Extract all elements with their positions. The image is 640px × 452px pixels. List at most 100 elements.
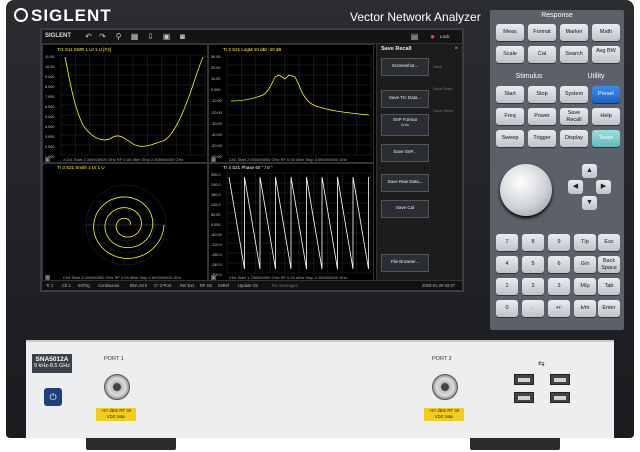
g-n-key[interactable]: G/n: [574, 256, 596, 273]
7-key[interactable]: 7: [496, 234, 518, 251]
response-section-title: Response: [541, 12, 573, 19]
key-key[interactable]: +/-: [548, 300, 570, 317]
marker-icon[interactable]: ⚲: [114, 32, 123, 41]
help-key[interactable]: Help: [592, 108, 620, 125]
y-tick-label: 20.00: [211, 66, 221, 71]
power-key[interactable]: Power: [528, 108, 556, 125]
y-tick-label: 9.000: [45, 75, 55, 79]
side-tab-save-state[interactable]: Save State: [433, 86, 461, 91]
screenshot-button[interactable]: Screenshot...: [381, 58, 429, 76]
5-key[interactable]: 5: [522, 256, 544, 273]
freq-key[interactable]: Freq: [496, 108, 524, 125]
preset-key[interactable]: Preset: [592, 86, 620, 103]
usb-port-3[interactable]: [514, 392, 534, 403]
marker-key[interactable]: Marker: [560, 24, 588, 41]
2-key[interactable]: 2: [522, 278, 544, 295]
y-tick-label: 0.000: [211, 88, 221, 93]
status-channel[interactable]: Ch 1: [62, 283, 71, 288]
touch-key[interactable]: Touch: [592, 130, 620, 147]
6-key[interactable]: 6: [548, 256, 570, 273]
save-snp-button[interactable]: Save SnP...: [381, 144, 429, 162]
display-key[interactable]: Display: [560, 130, 588, 147]
save-recall-key[interactable]: Save Recall: [560, 108, 588, 125]
snp-format-button[interactable]: SnP Format Auto: [381, 114, 429, 136]
left-arrow-key[interactable]: ◀: [568, 180, 583, 194]
status-cal[interactable]: C* 2-Port: [154, 283, 171, 288]
frequency-range: 9 kHz-8.5 GHz: [33, 363, 71, 369]
close-icon[interactable]: ×: [454, 46, 458, 52]
save-trace-data-button[interactable]: Save Trc Data...: [381, 90, 429, 108]
k-m-key[interactable]: k/m: [574, 300, 596, 317]
stop-key[interactable]: Stop: [528, 86, 556, 103]
file-browser-button[interactable]: File Browser...: [381, 254, 429, 272]
side-tab-save-other[interactable]: Save Other: [433, 108, 461, 113]
status-bandwidth[interactable]: BW=10 k: [130, 283, 147, 288]
back-space-key[interactable]: Back Space: [598, 256, 620, 273]
redo-icon[interactable]: ↷: [98, 32, 107, 41]
key-key[interactable]: .: [522, 300, 544, 317]
brand-logo: SIGLENT: [14, 6, 112, 26]
trace-1-window[interactable]: Tr1 S11 SWR 1 U/ 1 U [F2] 11.00 10.00 9.00…: [42, 44, 208, 164]
status-sweep-mode[interactable]: Continuous: [98, 283, 119, 288]
side-tab-save[interactable]: Save: [433, 64, 461, 69]
save-icon[interactable]: ⇩: [146, 32, 155, 41]
trace-3-smith-spiral: [93, 196, 165, 259]
trace-3-window[interactable]: Tr 3 S21 Smith 1 U/ 1 U 3 Ch3 Start 2.00…: [42, 162, 208, 282]
sweep-key[interactable]: Sweep: [496, 130, 524, 147]
format-key[interactable]: Format: [528, 24, 556, 41]
power-button[interactable]: ⏻: [44, 388, 62, 406]
port-1-warning: +27 dBm RF 35 VDC Max: [96, 408, 136, 421]
9-key[interactable]: 9: [548, 234, 570, 251]
status-update[interactable]: Update On: [238, 283, 258, 288]
port-2-connector[interactable]: [432, 374, 458, 400]
status-rf[interactable]: RF On: [200, 283, 212, 288]
y-tick-label: -180.0: [211, 253, 222, 257]
esc-key[interactable]: Esc: [598, 234, 620, 251]
port-1-connector[interactable]: [104, 374, 130, 400]
save-raw-data-button[interactable]: Save Raw Data...: [381, 174, 429, 192]
usb-port-2[interactable]: [550, 374, 570, 385]
4-key[interactable]: 4: [496, 256, 518, 273]
y-tick-label: -240.0: [211, 263, 222, 267]
cal-key[interactable]: Cal: [528, 46, 556, 63]
rotary-knob[interactable]: [500, 164, 552, 216]
undo-icon[interactable]: ↶: [84, 32, 93, 41]
camera-icon[interactable]: ◙: [178, 32, 187, 41]
trigger-key[interactable]: Trigger: [528, 130, 556, 147]
trace-2-window[interactable]: Tr 2 S21 LogM 10 dB/ -20 dB 30.00 20.00 10…: [208, 44, 374, 164]
usb-port-4[interactable]: [550, 392, 570, 403]
3-key[interactable]: 3: [548, 278, 570, 295]
m-key[interactable]: M/µ: [574, 278, 596, 295]
lock-icon[interactable]: ●: [428, 32, 437, 41]
status-trigger[interactable]: IntTrig: [78, 283, 90, 288]
trace-4-window[interactable]: Tr 4 S21 Phase 60 ° / 0 ° 300.0 240.0 180.…: [208, 162, 374, 282]
math-key[interactable]: Math: [592, 24, 620, 41]
down-arrow-key[interactable]: ▼: [582, 196, 597, 210]
system-key[interactable]: System: [560, 86, 588, 103]
delete-icon[interactable]: ▣: [162, 32, 171, 41]
avg-bw-key[interactable]: Avg BW: [592, 46, 620, 63]
t-p-key[interactable]: T/p: [574, 234, 596, 251]
8-key[interactable]: 8: [522, 234, 544, 251]
start-key[interactable]: Start: [496, 86, 524, 103]
1-key[interactable]: 1: [496, 278, 518, 295]
usb-port-1[interactable]: [514, 374, 534, 385]
y-tick-label: -30.00: [211, 121, 222, 126]
status-trace[interactable]: Tr 1: [46, 283, 53, 288]
model-name: SNA5012A: [35, 356, 69, 363]
status-datetime: 2020-01-29 02:37: [422, 283, 456, 288]
tab-key[interactable]: Tab: [598, 278, 620, 295]
up-arrow-key[interactable]: ▲: [582, 164, 597, 178]
enter-key[interactable]: Enter: [598, 300, 620, 317]
y-tick-label: -120.0: [211, 243, 222, 247]
save-cal-button[interactable]: Save Cal: [381, 200, 429, 218]
touch-screen[interactable]: SIGLENT ↶ ↷ ⚲ ▦ ⇩ ▣ ◙ ▤ ● Lock Tr1 S11 S…: [40, 28, 464, 292]
0-key[interactable]: 0: [496, 300, 518, 317]
scale-key[interactable]: Scale: [496, 46, 524, 63]
grid-icon[interactable]: ▤: [410, 32, 419, 41]
layout-icon[interactable]: ▦: [130, 32, 139, 41]
right-arrow-key[interactable]: ▶: [596, 180, 611, 194]
port-1-label: PORT 1: [104, 356, 124, 362]
search-key[interactable]: Search: [560, 46, 588, 63]
meas-key[interactable]: Meas: [496, 24, 524, 41]
